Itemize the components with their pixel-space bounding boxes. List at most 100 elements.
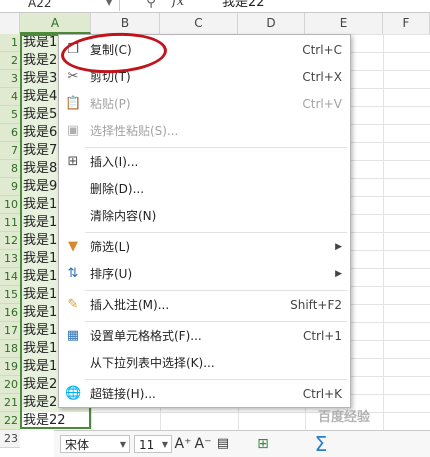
menu-item-sort[interactable]: ⇅ 排序(U) ▶ bbox=[59, 261, 350, 287]
submenu-arrow-icon: ▶ bbox=[335, 269, 342, 279]
row-header[interactable]: 11 bbox=[0, 214, 20, 232]
format-cells-icon: ▦ bbox=[66, 328, 80, 343]
menu-item-label: 剪切(T) bbox=[90, 70, 131, 84]
column-header-e[interactable]: E bbox=[305, 13, 383, 34]
menu-item-insert-comment[interactable]: ✎ 插入批注(M)... Shift+F2 bbox=[59, 292, 350, 318]
chevron-down-icon: ▼ bbox=[161, 440, 168, 449]
row-header[interactable]: 21 bbox=[0, 394, 20, 412]
menu-item-label: 选择性粘贴(S)... bbox=[90, 124, 179, 138]
formula-input[interactable]: 我是22 bbox=[222, 0, 265, 11]
menu-item-shortcut: Shift+F2 bbox=[290, 298, 342, 312]
menu-item-insert[interactable]: ⊞ 插入(I)... bbox=[59, 149, 350, 175]
row-header[interactable]: 10 bbox=[0, 196, 20, 214]
insert-icon: ⊞ bbox=[67, 154, 79, 169]
shrink-font-button[interactable]: A⁻ bbox=[194, 434, 212, 454]
scissors-icon: ✂ bbox=[67, 69, 79, 84]
paste-icon: 📋 bbox=[65, 96, 82, 111]
menu-item-label: 从下拉列表中选择(K)... bbox=[90, 356, 215, 370]
submenu-arrow-icon: ▶ bbox=[335, 242, 342, 252]
row-header[interactable]: 23 bbox=[0, 430, 20, 448]
row-header[interactable]: 15 bbox=[0, 286, 20, 304]
font-name-value: 宋体 bbox=[65, 438, 90, 452]
column-header-f[interactable]: F bbox=[383, 13, 430, 34]
menu-item-label: 排序(U) bbox=[90, 267, 133, 281]
menu-separator bbox=[85, 321, 347, 322]
menu-item-copy[interactable]: ❐ 复制(C) Ctrl+C bbox=[59, 37, 350, 63]
menu-item-label: 复制(C) bbox=[90, 43, 132, 57]
paste-special-icon: ▣ bbox=[66, 123, 80, 138]
menu-item-label: 删除(D)... bbox=[90, 182, 145, 196]
autosum-icon[interactable]: Σ bbox=[309, 434, 333, 454]
context-menu: ❐ 复制(C) Ctrl+C ✂ 剪切(T) Ctrl+X 📋 粘贴(P) Ct… bbox=[58, 34, 351, 408]
menu-separator bbox=[85, 290, 347, 291]
row-header[interactable]: 16 bbox=[0, 304, 20, 322]
menu-item-label: 插入(I)... bbox=[90, 155, 139, 169]
menu-separator bbox=[85, 379, 347, 380]
font-size-value: 11 bbox=[139, 438, 155, 452]
menu-item-filter[interactable]: ▼ 筛选(L) ▶ bbox=[59, 234, 350, 260]
menu-item-format-cells[interactable]: ▦ 设置单元格格式(F)... Ctrl+1 bbox=[59, 323, 350, 349]
row-header[interactable]: 9 bbox=[0, 178, 20, 196]
menu-item-shortcut: Ctrl+X bbox=[302, 70, 342, 84]
comment-icon: ✎ bbox=[67, 297, 79, 312]
row-header[interactable]: 22 bbox=[0, 412, 20, 430]
watermark: 百度经验 bbox=[318, 410, 371, 425]
name-box-dropdown-icon[interactable]: ▼ bbox=[106, 0, 112, 7]
menu-item-pick-from-list[interactable]: 从下拉列表中选择(K)... bbox=[59, 350, 350, 376]
row-header[interactable]: 17 bbox=[0, 322, 20, 340]
row-header-bar: 1 2 3 4 5 6 7 8 9 10 11 12 13 14 15 16 1… bbox=[0, 34, 20, 448]
column-header-bar: A B C D E F bbox=[0, 13, 430, 35]
copy-icon: ❐ bbox=[67, 42, 79, 57]
cell-a22-active[interactable]: 我是22 bbox=[20, 412, 90, 430]
menu-item-clear-contents[interactable]: 清除内容(N) bbox=[59, 203, 350, 229]
column-header-b[interactable]: B bbox=[91, 13, 160, 34]
name-box[interactable]: A22 bbox=[0, 0, 120, 11]
row-header[interactable]: 8 bbox=[0, 160, 20, 178]
merge-center-icon[interactable]: ⊞ bbox=[251, 434, 275, 454]
row-header[interactable]: 7 bbox=[0, 142, 20, 160]
filter-icon: ▼ bbox=[68, 239, 78, 254]
row-header[interactable]: 1 bbox=[0, 34, 20, 52]
grid-line bbox=[383, 34, 384, 430]
row-header[interactable]: 14 bbox=[0, 268, 20, 286]
menu-item-label: 超链接(H)... bbox=[90, 387, 156, 401]
row-header[interactable]: 3 bbox=[0, 70, 20, 88]
hyperlink-icon: 🌐 bbox=[65, 386, 82, 401]
font-name-select[interactable]: 宋体 ▼ bbox=[60, 435, 130, 453]
menu-item-shortcut: Ctrl+V bbox=[302, 97, 342, 111]
menu-item-cut[interactable]: ✂ 剪切(T) Ctrl+X bbox=[59, 64, 350, 90]
row-header[interactable]: 19 bbox=[0, 358, 20, 376]
row-header[interactable]: 2 bbox=[0, 52, 20, 70]
chevron-down-icon: ▼ bbox=[119, 440, 126, 449]
row-header[interactable]: 18 bbox=[0, 340, 20, 358]
column-header-d[interactable]: D bbox=[238, 13, 305, 34]
grow-font-button[interactable]: A⁺ bbox=[174, 434, 192, 454]
row-header[interactable]: 13 bbox=[0, 250, 20, 268]
row-header[interactable]: 12 bbox=[0, 232, 20, 250]
column-header-a[interactable]: A bbox=[20, 13, 91, 34]
mini-toolbar: 宋体 ▼ 11 ▼ A⁺ A⁻ ▤ ⊞ Σ bbox=[54, 430, 430, 457]
font-size-select[interactable]: 11 ▼ bbox=[134, 435, 172, 453]
menu-separator bbox=[85, 232, 347, 233]
menu-item-hyperlink[interactable]: 🌐 超链接(H)... Ctrl+K bbox=[59, 381, 350, 407]
row-header[interactable]: 4 bbox=[0, 88, 20, 106]
menu-item-label: 设置单元格格式(F)... bbox=[90, 329, 202, 343]
menu-item-label: 粘贴(P) bbox=[90, 97, 131, 111]
menu-separator bbox=[85, 147, 347, 148]
menu-item-label: 筛选(L) bbox=[90, 240, 131, 254]
row-header[interactable]: 5 bbox=[0, 106, 20, 124]
column-header-c[interactable]: C bbox=[160, 13, 238, 34]
row-header[interactable]: 20 bbox=[0, 376, 20, 394]
menu-item-paste[interactable]: 📋 粘贴(P) Ctrl+V bbox=[59, 91, 350, 117]
menu-item-shortcut: Ctrl+1 bbox=[302, 329, 342, 343]
format-painter-icon[interactable]: ▤ bbox=[214, 434, 232, 454]
menu-item-delete[interactable]: 删除(D)... bbox=[59, 176, 350, 202]
formula-bar: A22 ▼ ⚲ fx 我是22 bbox=[0, 0, 430, 13]
row-header[interactable]: 6 bbox=[0, 124, 20, 142]
magnifier-icon[interactable]: ⚲ bbox=[146, 0, 156, 10]
select-all-corner[interactable] bbox=[0, 13, 20, 34]
menu-item-label: 插入批注(M)... bbox=[90, 298, 170, 312]
menu-item-label: 清除内容(N) bbox=[90, 209, 157, 223]
menu-item-paste-special[interactable]: ▣ 选择性粘贴(S)... bbox=[59, 118, 350, 144]
fx-icon[interactable]: fx bbox=[172, 0, 184, 9]
